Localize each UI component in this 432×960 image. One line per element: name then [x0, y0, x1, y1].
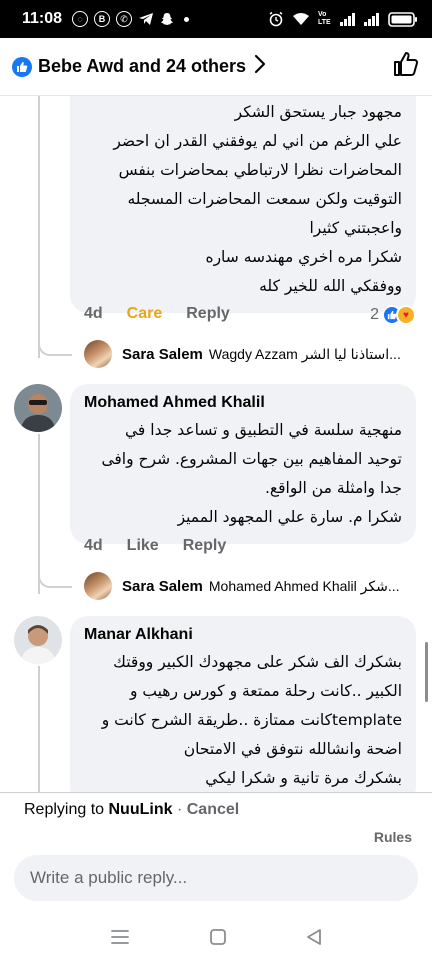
battery-icon: [388, 11, 417, 27]
comment-bubble[interactable]: مجهود جبار يستحق الشكر علي الرغم من اني …: [70, 96, 416, 313]
comment-text-line: التوقيت ولكن سمعت المحاضرات المسجله: [127, 190, 402, 208]
comment-text-line: templateكانت ممتازة ..طريقة الشرح كانت و: [101, 711, 402, 729]
like-badge-icon: [12, 56, 32, 77]
thread-elbow: [38, 574, 72, 588]
comment-actions: 4d Like Reply: [84, 537, 250, 555]
status-time: 11:08: [22, 10, 63, 27]
system-icons: Vo LTE: [268, 11, 418, 27]
comment-bubble[interactable]: Manar Alkhani بشكرك الف شكر على مجهودك ا…: [70, 616, 416, 792]
comment-time: 4d: [84, 305, 103, 322]
comment-bubble[interactable]: Mohamed Ahmed Khalil منهجية سلسة في التط…: [70, 384, 416, 544]
avatar: [84, 340, 112, 368]
cancel-reply-button[interactable]: Cancel: [187, 801, 239, 818]
more-notifications-dot: [184, 16, 190, 22]
comment-text-line: توحيد المفاهيم بين جهات المشروع. شرح واف…: [101, 450, 402, 468]
reply-author: Sara Salem: [122, 345, 203, 363]
comment-text-line: بشكرك مرة تانية و شكرا ليكي: [205, 769, 402, 787]
comment-text-line: منهجية سلسة في التطبيق و تساعد جدا في: [125, 421, 402, 439]
b-app-icon: B: [94, 11, 111, 27]
chevron-right-icon[interactable]: [254, 54, 266, 79]
care-reaction-button[interactable]: Care: [127, 305, 163, 323]
replying-target[interactable]: NuuLink: [109, 801, 173, 818]
comment-thread[interactable]: مجهود جبار يستحق الشكر علي الرغم من اني …: [0, 96, 432, 792]
comment-text-line: علي الرغم من اني لم يوفقني القدر ان احضر: [113, 132, 402, 150]
replying-prefix: Replying to: [24, 801, 105, 818]
comment-text-line: الكبير ..كانت رحلة ممتعة و كورس رهيب و: [129, 682, 402, 700]
avatar: [84, 572, 112, 600]
reaction-summary[interactable]: 2 ♥: [370, 305, 416, 325]
comment-text-line: واعجبتني كثيرا: [309, 219, 402, 237]
volte-label: Vo LTE: [318, 11, 331, 26]
comment-text-line: المحاضرات نظرا لارتباطي بمحاضرات بنفس: [118, 161, 402, 179]
reply-composer: Replying to NuuLink · Cancel Rules: [0, 792, 432, 918]
comment-text-line: بشكرك الف شكر على مجهودك الكبير ووقتك: [113, 653, 402, 671]
comment-text-line: شكرا مره اخري مهندسه ساره: [205, 248, 402, 266]
reply-preview[interactable]: Sara Salem Mohamed Ahmed Khalil شكر...: [84, 571, 420, 601]
snapchat-icon: [161, 13, 174, 25]
system-navigation-bar: [0, 918, 432, 960]
avatar[interactable]: [14, 616, 62, 664]
messenger-icon: ◌: [72, 11, 89, 27]
thread-line: [38, 96, 40, 358]
thread-line: [38, 666, 40, 792]
reply-preview[interactable]: Sara Salem Wagdy Azzam استاذنا ليا الشر.…: [84, 339, 420, 369]
home-nav-icon[interactable]: [209, 928, 227, 951]
comment-text-line: مجهود جبار يستحق الشكر: [234, 103, 402, 121]
alarm-icon: [269, 11, 283, 27]
reply-snippet: Wagdy Azzam استاذنا ليا الشر...: [208, 345, 401, 362]
comment-author[interactable]: Mohamed Ahmed Khalil: [84, 394, 402, 412]
reply-snippet: Mohamed Ahmed Khalil شكر...: [208, 577, 400, 594]
comment-actions: 4d Care Reply: [84, 305, 254, 323]
reply-button[interactable]: Reply: [183, 537, 227, 555]
separator-dot: ·: [176, 801, 183, 818]
telegram-icon: [139, 13, 154, 25]
signal-icon-1: [340, 13, 355, 26]
rules-link[interactable]: Rules: [374, 829, 412, 845]
thumbs-up-icon[interactable]: [392, 50, 420, 83]
reaction-count: 2: [370, 306, 379, 323]
reply-button[interactable]: Reply: [186, 305, 230, 323]
thread-line: [38, 434, 40, 594]
reactions-summary-link[interactable]: Bebe Awd and 24 others: [38, 56, 246, 77]
status-bar: 11:08 ◌ B ✆ Vo LTE: [0, 0, 432, 38]
care-reaction-icon: ♥: [396, 305, 416, 325]
back-nav-icon[interactable]: [306, 928, 322, 951]
comment-text-line: شكرا م. سارة علي المجهود المميز: [177, 508, 402, 526]
replying-to-line: Replying to NuuLink · Cancel: [24, 801, 239, 819]
whatsapp-icon: ✆: [116, 11, 133, 27]
comment-text-line: جدا وامثلة من الواقع.: [264, 479, 402, 497]
like-button[interactable]: Like: [127, 537, 159, 555]
notification-icons: ◌ B ✆: [72, 11, 190, 27]
comment-time: 4d: [84, 537, 103, 554]
comment-author[interactable]: Manar Alkhani: [84, 626, 402, 644]
thread-elbow: [38, 342, 72, 356]
menu-nav-icon[interactable]: [110, 929, 130, 950]
avatar[interactable]: [14, 384, 62, 432]
reply-author: Sara Salem: [122, 577, 203, 595]
wifi-icon: [293, 13, 309, 25]
reply-input[interactable]: [14, 855, 418, 901]
reactions-header: Bebe Awd and 24 others: [0, 38, 432, 96]
signal-icon-2: [364, 13, 379, 26]
comment-text-line: ووفقكي الله للخير كله: [259, 277, 402, 295]
scrollbar-thumb[interactable]: [425, 642, 428, 702]
comment-text-line: اضحة وانشالله نتوفق في الامتحان: [183, 740, 402, 758]
